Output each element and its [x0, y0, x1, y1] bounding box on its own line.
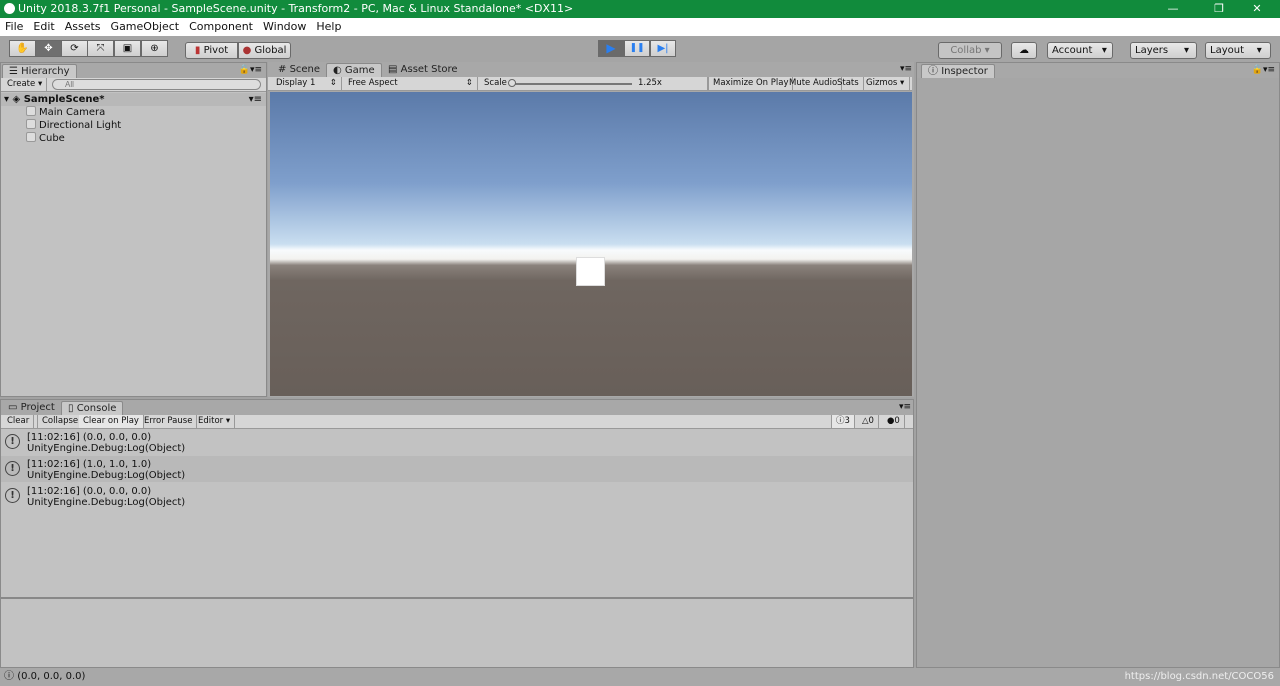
status-bar: ⓘ (0.0, 0.0, 0.0) https://blog.csdn.net/…: [0, 668, 1280, 686]
gizmos-dropdown[interactable]: Gizmos ▾: [862, 77, 910, 90]
editor-dropdown[interactable]: Editor ▾: [194, 415, 236, 428]
display-dropdown[interactable]: Display 1 ⇕: [272, 77, 342, 90]
watermark: https://blog.csdn.net/COCO56: [1124, 671, 1274, 682]
layers-dropdown[interactable]: Layers ▾: [1130, 42, 1197, 59]
lock-menu-icon[interactable]: 🔒▾≡: [1252, 65, 1275, 75]
error-filter-toggle[interactable]: ●0: [883, 415, 905, 428]
info-icon: !: [5, 434, 20, 449]
info-icon: !: [5, 461, 20, 476]
tab-project[interactable]: ▭ Project: [2, 401, 61, 415]
console-panel: ▭ Project ▯ Console ▾≡ Clear Collapse Cl…: [0, 399, 914, 668]
tab-hierarchy[interactable]: ☰ Hierarchy: [2, 64, 77, 78]
hierarchy-search-input[interactable]: [52, 79, 261, 90]
lock-menu-icon[interactable]: 🔒▾≡: [239, 65, 262, 75]
gameobject-icon: [26, 106, 36, 116]
aspect-dropdown[interactable]: Free Aspect ⇕: [344, 77, 478, 90]
pivot-icon: ▮: [194, 45, 204, 56]
pause-button[interactable]: ❚❚: [624, 40, 650, 57]
cube-object: [576, 257, 605, 286]
folder-icon: ▭: [8, 402, 18, 413]
rotate-tool-button[interactable]: ⟳: [61, 40, 88, 57]
error-pause-toggle[interactable]: Error Pause: [140, 415, 198, 428]
hierarchy-panel: ☰ Hierarchy 🔒▾≡ Create ▾ ▾ ◈ SampleScene…: [0, 62, 267, 397]
scale-icon: ⤧: [96, 43, 105, 54]
panel-menu-icon[interactable]: ▾≡: [899, 402, 911, 412]
menu-component[interactable]: Component: [184, 18, 258, 36]
inspector-panel: ⓘ Inspector 🔒▾≡: [916, 62, 1280, 668]
game-panel: # Scene ◐ Game ▤ Asset Store ▾≡ Display …: [268, 62, 914, 397]
log-filter-toggle[interactable]: ⓘ3: [831, 415, 855, 428]
tab-inspector[interactable]: ⓘ Inspector: [921, 64, 995, 78]
log-entry[interactable]: ! [11:02:16] (1.0, 1.0, 1.0) UnityEngine.D…: [1, 456, 913, 482]
rotate-icon: ⟳: [70, 43, 79, 54]
menu-help[interactable]: Help: [311, 18, 346, 36]
rect-icon: ▣: [122, 43, 133, 54]
info-icon: ⓘ: [836, 416, 845, 426]
layout-dropdown[interactable]: Layout ▾: [1205, 42, 1271, 59]
menu-edit[interactable]: Edit: [28, 18, 59, 36]
tab-asset-store[interactable]: ▤ Asset Store: [382, 63, 464, 77]
menu-gameobject[interactable]: GameObject: [106, 18, 185, 36]
game-viewport[interactable]: [270, 92, 912, 396]
title-bar: Unity 2018.3.7f1 Personal - SampleScene.…: [0, 0, 1280, 18]
close-button[interactable]: ✕: [1234, 0, 1280, 18]
info-icon: !: [5, 488, 20, 503]
scene-menu-icon[interactable]: ▾≡: [249, 93, 262, 106]
global-button[interactable]: ● Global: [238, 42, 291, 59]
cloud-button[interactable]: ☁: [1011, 42, 1037, 59]
rect-tool-button[interactable]: ▣: [114, 40, 141, 57]
menu-bar: File Edit Assets GameObject Component Wi…: [0, 18, 1280, 36]
stats-toggle[interactable]: Stats: [833, 77, 864, 90]
clear-button[interactable]: Clear: [3, 415, 35, 428]
hand-icon: ✋: [16, 43, 29, 54]
transform-tool-button[interactable]: ⊕: [141, 40, 168, 57]
hand-tool-button[interactable]: ✋: [9, 40, 36, 57]
create-dropdown[interactable]: Create ▾: [3, 78, 48, 91]
minimize-button[interactable]: —: [1150, 0, 1196, 18]
pivot-button[interactable]: ▮ Pivot: [185, 42, 238, 59]
hierarchy-item[interactable]: Main Camera: [1, 106, 105, 119]
unity-scene-icon: ◈: [12, 94, 21, 105]
info-icon: ⓘ: [928, 66, 938, 77]
transform-icon: ⊕: [150, 43, 159, 54]
scale-tool-button[interactable]: ⤧: [87, 40, 114, 57]
play-button[interactable]: ▶: [598, 40, 624, 57]
gameobject-icon: [26, 132, 36, 142]
scene-row[interactable]: ▾ ◈ SampleScene* ▾≡: [1, 93, 266, 106]
tab-console[interactable]: ▯ Console: [61, 401, 124, 415]
maximize-on-play-toggle[interactable]: Maximize On Play: [708, 77, 794, 90]
log-entry[interactable]: ! [11:02:16] (0.0, 0.0, 0.0) UnityEngine.D…: [1, 483, 913, 509]
scale-slider-handle[interactable]: [508, 79, 516, 87]
step-button[interactable]: ▶|: [650, 40, 676, 57]
scale-slider[interactable]: Scale 1.25x: [480, 77, 708, 90]
unity-logo-icon: [4, 3, 15, 14]
status-message[interactable]: (0.0, 0.0, 0.0): [17, 671, 85, 682]
globe-icon: ●: [242, 45, 255, 56]
collapse-toggle[interactable]: Collapse: [37, 415, 84, 428]
gameobject-icon: [26, 119, 36, 129]
log-entry[interactable]: ! [11:02:16] (0.0, 0.0, 0.0) UnityEngine.D…: [1, 429, 913, 455]
console-splitter[interactable]: [1, 597, 913, 599]
panel-menu-icon[interactable]: ▾≡: [900, 64, 912, 74]
tab-scene[interactable]: # Scene: [272, 63, 326, 77]
menu-window[interactable]: Window: [258, 18, 311, 36]
warning-filter-toggle[interactable]: △0: [858, 415, 879, 428]
info-icon: ⓘ: [4, 671, 14, 682]
window-title: Unity 2018.3.7f1 Personal - SampleScene.…: [18, 2, 574, 15]
move-icon: ✥: [44, 43, 53, 54]
hierarchy-item[interactable]: Directional Light: [1, 119, 121, 132]
collab-dropdown[interactable]: Collab ▾: [938, 42, 1002, 59]
move-tool-button[interactable]: ✥: [35, 40, 62, 57]
account-dropdown[interactable]: Account ▾: [1047, 42, 1113, 59]
cloud-icon: ☁: [1019, 45, 1029, 56]
clear-on-play-toggle[interactable]: Clear on Play: [79, 415, 144, 428]
console-icon: ▯: [68, 403, 74, 414]
tab-game[interactable]: ◐ Game: [326, 63, 382, 77]
toolbar: ✋ ✥ ⟳ ⤧ ▣ ⊕ ▮ Pivot ● Global ▶ ❚❚ ▶| Col…: [0, 36, 1280, 62]
menu-assets[interactable]: Assets: [60, 18, 106, 36]
menu-file[interactable]: File: [0, 18, 28, 36]
hierarchy-item[interactable]: Cube: [1, 132, 65, 145]
